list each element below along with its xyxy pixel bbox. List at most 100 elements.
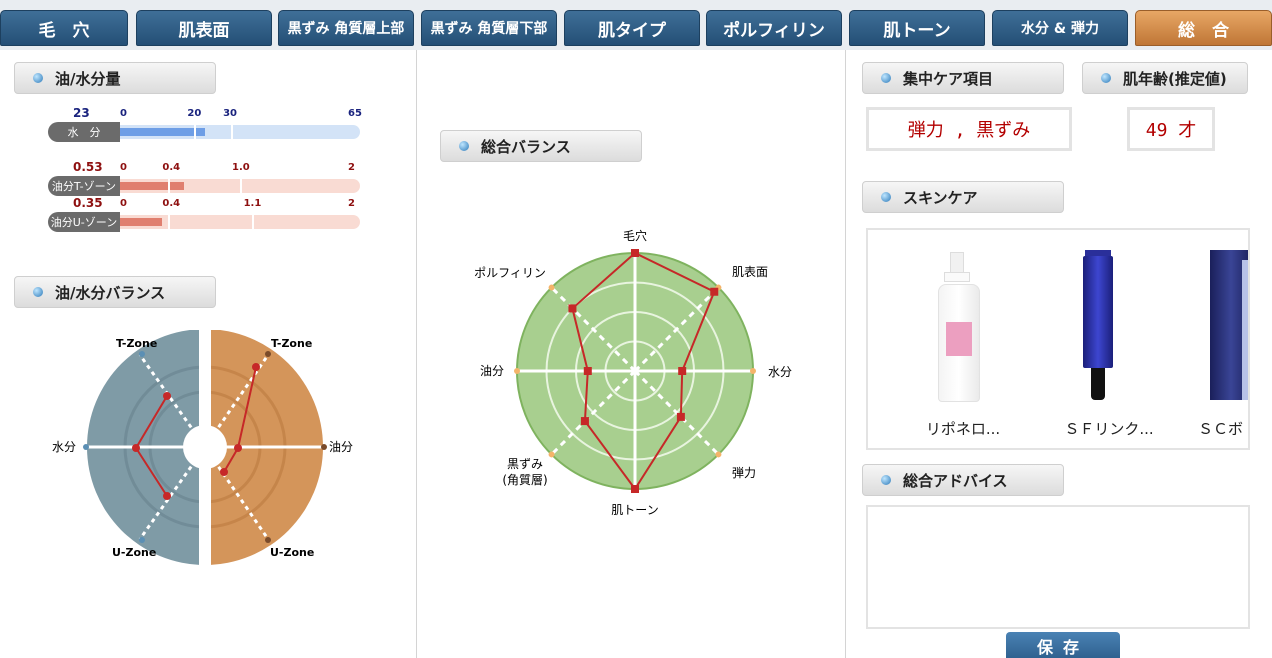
radar-axis-label: 毛穴 bbox=[623, 228, 647, 243]
oil-water-balance-header: 油/水分バランス bbox=[14, 276, 216, 308]
gauge-current-value: 23 bbox=[73, 106, 90, 120]
gauge-label: 水 分 bbox=[48, 122, 120, 142]
water-axis-label: 水分 bbox=[52, 440, 76, 454]
product-image-box[interactable] bbox=[1210, 250, 1248, 400]
gauge-current-value: 0.35 bbox=[73, 196, 103, 210]
gauge-fill bbox=[120, 218, 162, 226]
oil-water-balance-title: 油/水分バランス bbox=[55, 283, 166, 302]
radar-axis-label: ポルフィリン bbox=[474, 266, 546, 280]
t-zone-water-label: T-Zone bbox=[116, 337, 157, 350]
gauge-tick-label: 2 bbox=[348, 198, 355, 209]
oil-water-amount-title: 油/水分量 bbox=[55, 69, 121, 88]
bullet-icon bbox=[33, 287, 43, 297]
focus-care-header: 集中ケア項目 bbox=[862, 62, 1064, 94]
save-button[interactable]: 保存 bbox=[1006, 632, 1120, 658]
bullet-icon bbox=[881, 192, 891, 202]
radar-axis-end bbox=[750, 368, 756, 374]
gauge-tick-label: 0.4 bbox=[162, 198, 181, 209]
gauge-current-value: 0.53 bbox=[73, 160, 103, 174]
gauge-fill bbox=[120, 128, 205, 136]
oil-water-balance-chart: T-Zone T-Zone U-Zone U-Zone 水分 油分 bbox=[52, 330, 353, 565]
oil-axis-label: 油分 bbox=[329, 440, 353, 454]
overall-balance-title: 総合バランス bbox=[481, 137, 571, 156]
overall-balance-header: 総合バランス bbox=[440, 130, 642, 162]
radar-point-7 bbox=[568, 304, 577, 313]
gauge-label: 油分U-ゾーン bbox=[48, 212, 120, 232]
overall-advice-header: 総合アドバイス bbox=[862, 464, 1064, 496]
tab-3[interactable]: 黒ずみ 角質層下部 bbox=[421, 10, 557, 46]
radar-point-0 bbox=[631, 249, 639, 257]
tab-2[interactable]: 黒ずみ 角質層上部 bbox=[278, 10, 414, 46]
product-name-3[interactable]: ＳＣボ bbox=[1198, 418, 1248, 439]
overall-balance-radar-chart: 毛穴肌表面水分弾力肌トーン 黒ずみ(角質層) 油分 ポルフィリン bbox=[474, 228, 792, 517]
tab-4[interactable]: 肌タイプ bbox=[564, 10, 700, 46]
skin-age-value: 49 才 bbox=[1127, 107, 1215, 151]
gauge-row: 23 0 20 30 65 水 分 bbox=[48, 106, 363, 144]
radar-axis-label: 黒ずみ bbox=[507, 457, 543, 471]
gauge-threshold-mark bbox=[240, 179, 242, 193]
tab-5[interactable]: ポルフィリン bbox=[706, 10, 842, 46]
overall-advice-box bbox=[866, 505, 1250, 629]
radar-point-4 bbox=[631, 485, 639, 493]
skincare-header: スキンケア bbox=[862, 181, 1064, 213]
radar-point-2 bbox=[678, 367, 687, 375]
tab-6[interactable]: 肌トーン bbox=[849, 10, 985, 46]
radar-axis-end bbox=[548, 451, 555, 458]
gauge-track bbox=[120, 179, 360, 193]
product-image-blue-tube[interactable] bbox=[1083, 250, 1113, 402]
radar-axis-label: 肌トーン bbox=[611, 503, 658, 517]
bullet-icon bbox=[1101, 73, 1111, 83]
bullet-icon bbox=[881, 73, 891, 83]
gauge-tick-label: 1.0 bbox=[232, 162, 250, 173]
column-divider bbox=[845, 50, 846, 658]
gauge-track bbox=[120, 125, 360, 139]
bullet-icon bbox=[881, 475, 891, 485]
skincare-products-panel: リポネロ... ＳＦリンク... ＳＣボ bbox=[866, 228, 1250, 450]
tab-1[interactable]: 肌表面 bbox=[136, 10, 272, 46]
product-name-1[interactable]: リポネロ... bbox=[898, 418, 1028, 439]
u-zone-water-label: U-Zone bbox=[112, 546, 156, 559]
radar-axis-end bbox=[715, 451, 722, 458]
radar-axis-label: 肌表面 bbox=[732, 265, 768, 279]
product-name-2[interactable]: ＳＦリンク... bbox=[1044, 418, 1174, 439]
gauge-tick-label: 2 bbox=[348, 162, 355, 173]
oil-water-amount-header: 油/水分量 bbox=[14, 62, 216, 94]
tab-7[interactable]: 水分 & 弾力 bbox=[992, 10, 1128, 46]
focus-care-value: 弾力 , 黒ずみ bbox=[866, 107, 1072, 151]
radar-point-3 bbox=[676, 412, 685, 421]
focus-care-title: 集中ケア項目 bbox=[903, 69, 994, 88]
radar-point-1 bbox=[710, 287, 719, 296]
bullet-icon bbox=[459, 141, 469, 151]
radar-axis-end bbox=[548, 284, 555, 291]
radar-axis-label: 水分 bbox=[768, 365, 792, 379]
gauge-threshold-mark bbox=[252, 215, 254, 229]
tab-8[interactable]: 総 合 bbox=[1135, 10, 1272, 46]
radar-axis-label: (角質層) bbox=[502, 472, 547, 487]
gauge-tick-label: 30 bbox=[223, 108, 237, 119]
gauge-label: 油分T-ゾーン bbox=[48, 176, 120, 196]
bullet-icon bbox=[33, 73, 43, 83]
gauge-threshold-mark bbox=[194, 125, 196, 139]
radar-axis-label: 弾力 bbox=[732, 466, 756, 480]
gauge-tick-label: 65 bbox=[348, 108, 362, 119]
gauge-tick-label: 20 bbox=[187, 108, 202, 119]
gauge-row: 0.35 0 0.4 1.1 2 油分U-ゾーン bbox=[48, 196, 363, 234]
t-zone-oil-label: T-Zone bbox=[271, 337, 312, 350]
gauge-threshold-mark bbox=[168, 179, 170, 193]
gauge-track bbox=[120, 215, 360, 229]
gauge-tick-label: 0 bbox=[120, 198, 127, 209]
gauge-tick-label: 0 bbox=[120, 162, 127, 173]
tab-0[interactable]: 毛 穴 bbox=[0, 10, 128, 46]
product-image-spray-bottle[interactable] bbox=[938, 252, 980, 402]
u-zone-oil-label: U-Zone bbox=[270, 546, 314, 559]
skin-age-header: 肌年齢(推定値) bbox=[1082, 62, 1248, 94]
radar-point-5 bbox=[580, 417, 589, 426]
gauge-fill bbox=[120, 182, 184, 190]
gauge-tick-label: 1.1 bbox=[243, 198, 262, 209]
radar-axis-end bbox=[514, 368, 520, 374]
gauge-threshold-mark bbox=[231, 125, 233, 139]
gauge-row: 0.53 0 0.4 1.0 2 油分T-ゾーン bbox=[48, 160, 363, 198]
overall-advice-title: 総合アドバイス bbox=[903, 471, 1008, 490]
skin-age-title: 肌年齢(推定値) bbox=[1123, 69, 1227, 88]
radar-axis-label: 油分 bbox=[480, 364, 504, 378]
